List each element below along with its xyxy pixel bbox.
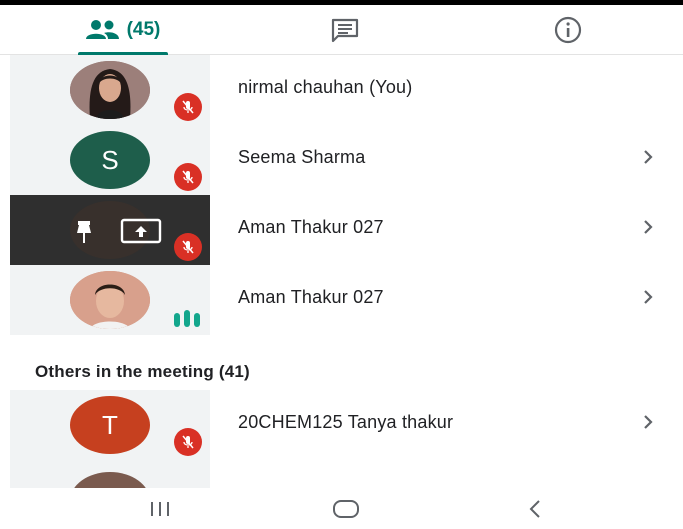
- participant-name: Aman Thakur 027: [238, 217, 384, 237]
- home-button[interactable]: [330, 496, 362, 522]
- participant-row[interactable]: Aman Thakur 027: [0, 265, 683, 335]
- tab-bar: (45): [0, 5, 683, 55]
- participant-tile: S: [10, 125, 210, 195]
- participant-row[interactable]: [0, 460, 683, 488]
- back-button[interactable]: [522, 496, 548, 522]
- back-icon: [529, 500, 540, 518]
- chevron-right-icon[interactable]: [640, 412, 656, 432]
- system-navigation-bar: [0, 488, 683, 529]
- chevron-right-icon[interactable]: [640, 147, 656, 167]
- mic-off-icon: [174, 93, 202, 121]
- avatar: [70, 271, 150, 329]
- participant-tile: [10, 55, 210, 125]
- participant-tile: [10, 195, 210, 265]
- profile-photo-icon: [70, 61, 150, 119]
- mic-off-icon: [174, 428, 202, 456]
- mic-off-icon: [174, 233, 202, 261]
- people-count: (45): [126, 19, 161, 40]
- chat-icon: [331, 18, 359, 43]
- section-heading-others: Others in the meeting (41): [35, 362, 250, 381]
- chevron-right-icon[interactable]: [640, 287, 656, 307]
- chevron-right-icon[interactable]: [640, 217, 656, 237]
- participant-tile: T: [10, 390, 210, 460]
- participant-name: nirmal chauhan (You): [238, 77, 413, 97]
- info-icon: [554, 16, 581, 44]
- recent-apps-icon: [151, 502, 169, 516]
- avatar: T: [70, 396, 150, 454]
- participant-name: Aman Thakur 027: [238, 287, 384, 307]
- speaking-indicator-icon: [174, 310, 200, 327]
- mic-off-icon: [174, 163, 202, 191]
- home-icon: [333, 500, 359, 518]
- avatar: S: [70, 131, 150, 189]
- participant-row[interactable]: T 20CHEM125 Tanya thakur: [0, 390, 683, 460]
- tab-info[interactable]: [520, 5, 615, 55]
- participant-tile: [10, 460, 210, 488]
- present-screen-icon: [120, 218, 162, 244]
- participant-tile: [10, 265, 210, 335]
- tab-chat[interactable]: [300, 5, 390, 55]
- profile-photo-icon: [70, 271, 150, 329]
- tab-people[interactable]: (45): [75, 5, 170, 55]
- people-icon: [85, 20, 119, 39]
- recent-apps-button[interactable]: [145, 496, 175, 522]
- participant-row[interactable]: Aman Thakur 027: [0, 195, 683, 265]
- participant-name: 20CHEM125 Tanya thakur: [238, 412, 454, 432]
- participant-name: Seema Sharma: [238, 147, 366, 167]
- participant-row[interactable]: S Seema Sharma: [0, 125, 683, 195]
- avatar: [70, 472, 150, 488]
- participant-row[interactable]: nirmal chauhan (You): [0, 55, 683, 125]
- pin-icon: [77, 221, 91, 243]
- avatar: [70, 61, 150, 119]
